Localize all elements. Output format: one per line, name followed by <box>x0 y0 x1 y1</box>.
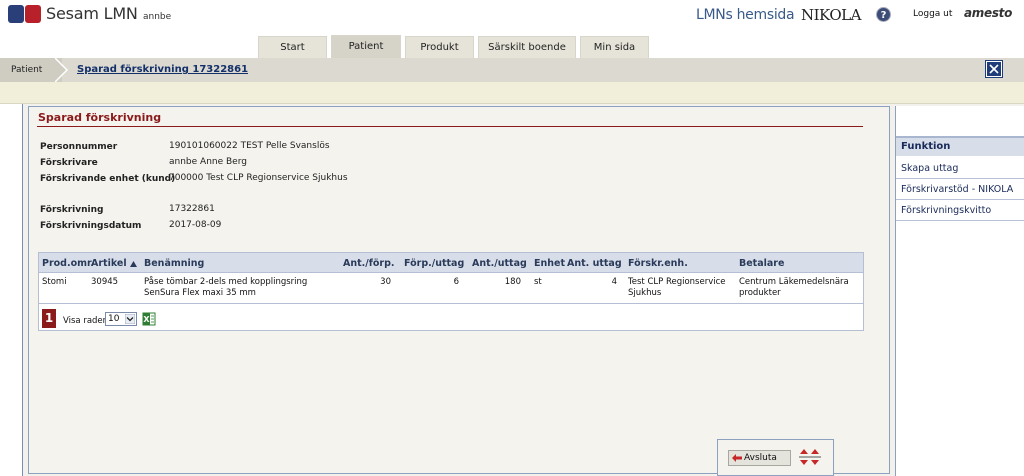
forskrivning-label: Förskrivning <box>40 205 104 215</box>
forskrivning-value: 17322861 <box>169 204 215 214</box>
prescription-table: Prod.omr. Artikel Benämning Ant./förp. F… <box>38 252 864 331</box>
datum-label: Förskrivningsdatum <box>40 221 142 231</box>
cell-artikel: 30945 <box>91 277 119 287</box>
function-panel-header: Funktion <box>896 136 1024 156</box>
sesam-logo-icon <box>8 5 41 23</box>
col-benamning[interactable]: Benämning <box>144 258 204 269</box>
cell-betalare-line-1: Centrum Läkemedelsnära <box>739 277 849 287</box>
exit-arrow-icon <box>732 454 742 462</box>
col-forp-uttag[interactable]: Förp./uttag <box>404 258 464 269</box>
col-ant-forp[interactable]: Ant./förp. <box>343 258 395 269</box>
rows-per-page-value: 10 <box>108 314 120 324</box>
cell-enhet: st <box>534 277 542 287</box>
avsluta-button[interactable]: Avsluta <box>728 450 791 466</box>
forskrivare-value: annbe Anne Berg <box>169 157 247 167</box>
cell-ant-uttag: 180 <box>504 277 521 287</box>
cell-benamning-line-2: SenSura Flex maxi 35 mm <box>144 288 256 298</box>
lmn-homepage-link[interactable]: LMNs hemsida <box>696 7 795 23</box>
vendor-logo: amesto <box>964 6 1013 20</box>
logout-link[interactable]: Logga ut <box>913 9 952 19</box>
chevron-down-icon <box>125 314 135 324</box>
col-prod-omr[interactable]: Prod.omr. <box>42 258 94 269</box>
page-number[interactable]: 1 <box>42 309 56 328</box>
help-icon[interactable]: ? <box>876 7 891 22</box>
cell-prod-omr: Stomi <box>42 277 67 287</box>
tab-patient[interactable]: Patient <box>331 35 401 58</box>
excel-export-icon[interactable]: X <box>142 312 156 326</box>
forskrivare-label: Förskrivare <box>40 158 98 168</box>
cell-ant-forp: 30 <box>380 277 391 287</box>
tab-min-sida[interactable]: Min sida <box>580 36 649 58</box>
app-header: Sesam LMN annbe LMNs hemsida NIKOLA ? Lo… <box>0 0 1024 58</box>
close-button[interactable] <box>985 60 1003 78</box>
col-betalare[interactable]: Betalare <box>739 258 784 269</box>
visa-rader-label: Visa rader <box>63 316 107 326</box>
col-forskr-enh[interactable]: Förskr.enh. <box>628 258 688 269</box>
close-icon <box>989 64 999 74</box>
tab-start[interactable]: Start <box>258 36 327 58</box>
cell-forskr-enh-line-1: Test CLP Regionservice <box>628 277 726 287</box>
cell-ant-uttag-2: 4 <box>611 277 617 287</box>
personnummer-label: Personnummer <box>40 142 118 152</box>
cell-betalare: Centrum Läkemedelsnära produkter <box>739 277 849 299</box>
breadcrumb-current[interactable]: Sparad förskrivning 17322861 <box>77 64 248 75</box>
col-enhet[interactable]: Enhet <box>534 258 565 269</box>
breadcrumb-item-label: Patient <box>11 65 43 75</box>
breadcrumb: Patient Sparad förskrivning 17322861 <box>0 58 1024 82</box>
function-forskrivningskvitto[interactable]: Förskrivningskvitto <box>896 200 1024 221</box>
cell-benamning-line-1: Påse tömbar 2-dels med kopplingsring <box>144 277 308 287</box>
cell-benamning: Påse tömbar 2-dels med kopplingsring Sen… <box>144 277 307 299</box>
tab-sarskilt-boende[interactable]: Särskilt boende <box>478 36 576 58</box>
rows-per-page-select[interactable]: 10 <box>105 312 137 326</box>
function-panel: Funktion Skapa uttag Förskrivarstöd - NI… <box>895 106 1024 476</box>
current-user: annbe <box>143 12 172 22</box>
prescription-panel: Sparad förskrivning Personnummer 1901010… <box>28 106 890 474</box>
datum-value: 2017-08-09 <box>169 220 222 230</box>
cell-forskr-enh-line-2: Sjukhus <box>628 288 662 298</box>
nikola-link[interactable]: NIKOLA <box>801 6 861 24</box>
col-ant-uttag-2[interactable]: Ant. uttag <box>567 258 622 269</box>
function-skapa-uttag[interactable]: Skapa uttag <box>896 158 1024 179</box>
tab-produkt[interactable]: Produkt <box>405 36 474 58</box>
svg-text:X: X <box>143 315 150 324</box>
personnummer-value: 190101060022 TEST Pelle Svanslös <box>169 141 330 151</box>
breadcrumb-item-patient[interactable]: Patient <box>0 58 62 82</box>
app-name: Sesam LMN <box>46 4 138 23</box>
cell-betalare-line-2: produkter <box>739 288 781 298</box>
cell-forskr-enh: Test CLP Regionservice Sjukhus <box>628 277 725 299</box>
action-bar: Avsluta <box>717 439 834 476</box>
avsluta-label: Avsluta <box>744 453 777 463</box>
left-strip <box>0 104 23 476</box>
enhet-value: 700000 Test CLP Regionservice Sjukhus <box>169 173 348 183</box>
section-divider <box>37 126 863 127</box>
cell-forp-uttag: 6 <box>453 277 459 287</box>
collapse-expand-icon[interactable] <box>798 447 822 467</box>
section-title: Sparad förskrivning <box>38 111 162 124</box>
function-forskrivarstod-nikola[interactable]: Förskrivarstöd - NIKOLA <box>896 179 1024 200</box>
breadcrumb-arrow-icon <box>55 58 69 82</box>
col-artikel[interactable]: Artikel <box>91 258 127 269</box>
sort-ascending-icon <box>130 261 137 267</box>
col-ant-uttag[interactable]: Ant./uttag <box>472 258 527 269</box>
sub-bar <box>0 82 1024 104</box>
enhet-label: Förskrivande enhet (kund) <box>40 174 176 184</box>
table-header: Prod.omr. Artikel Benämning Ant./förp. F… <box>39 253 863 273</box>
table-divider <box>39 303 863 304</box>
